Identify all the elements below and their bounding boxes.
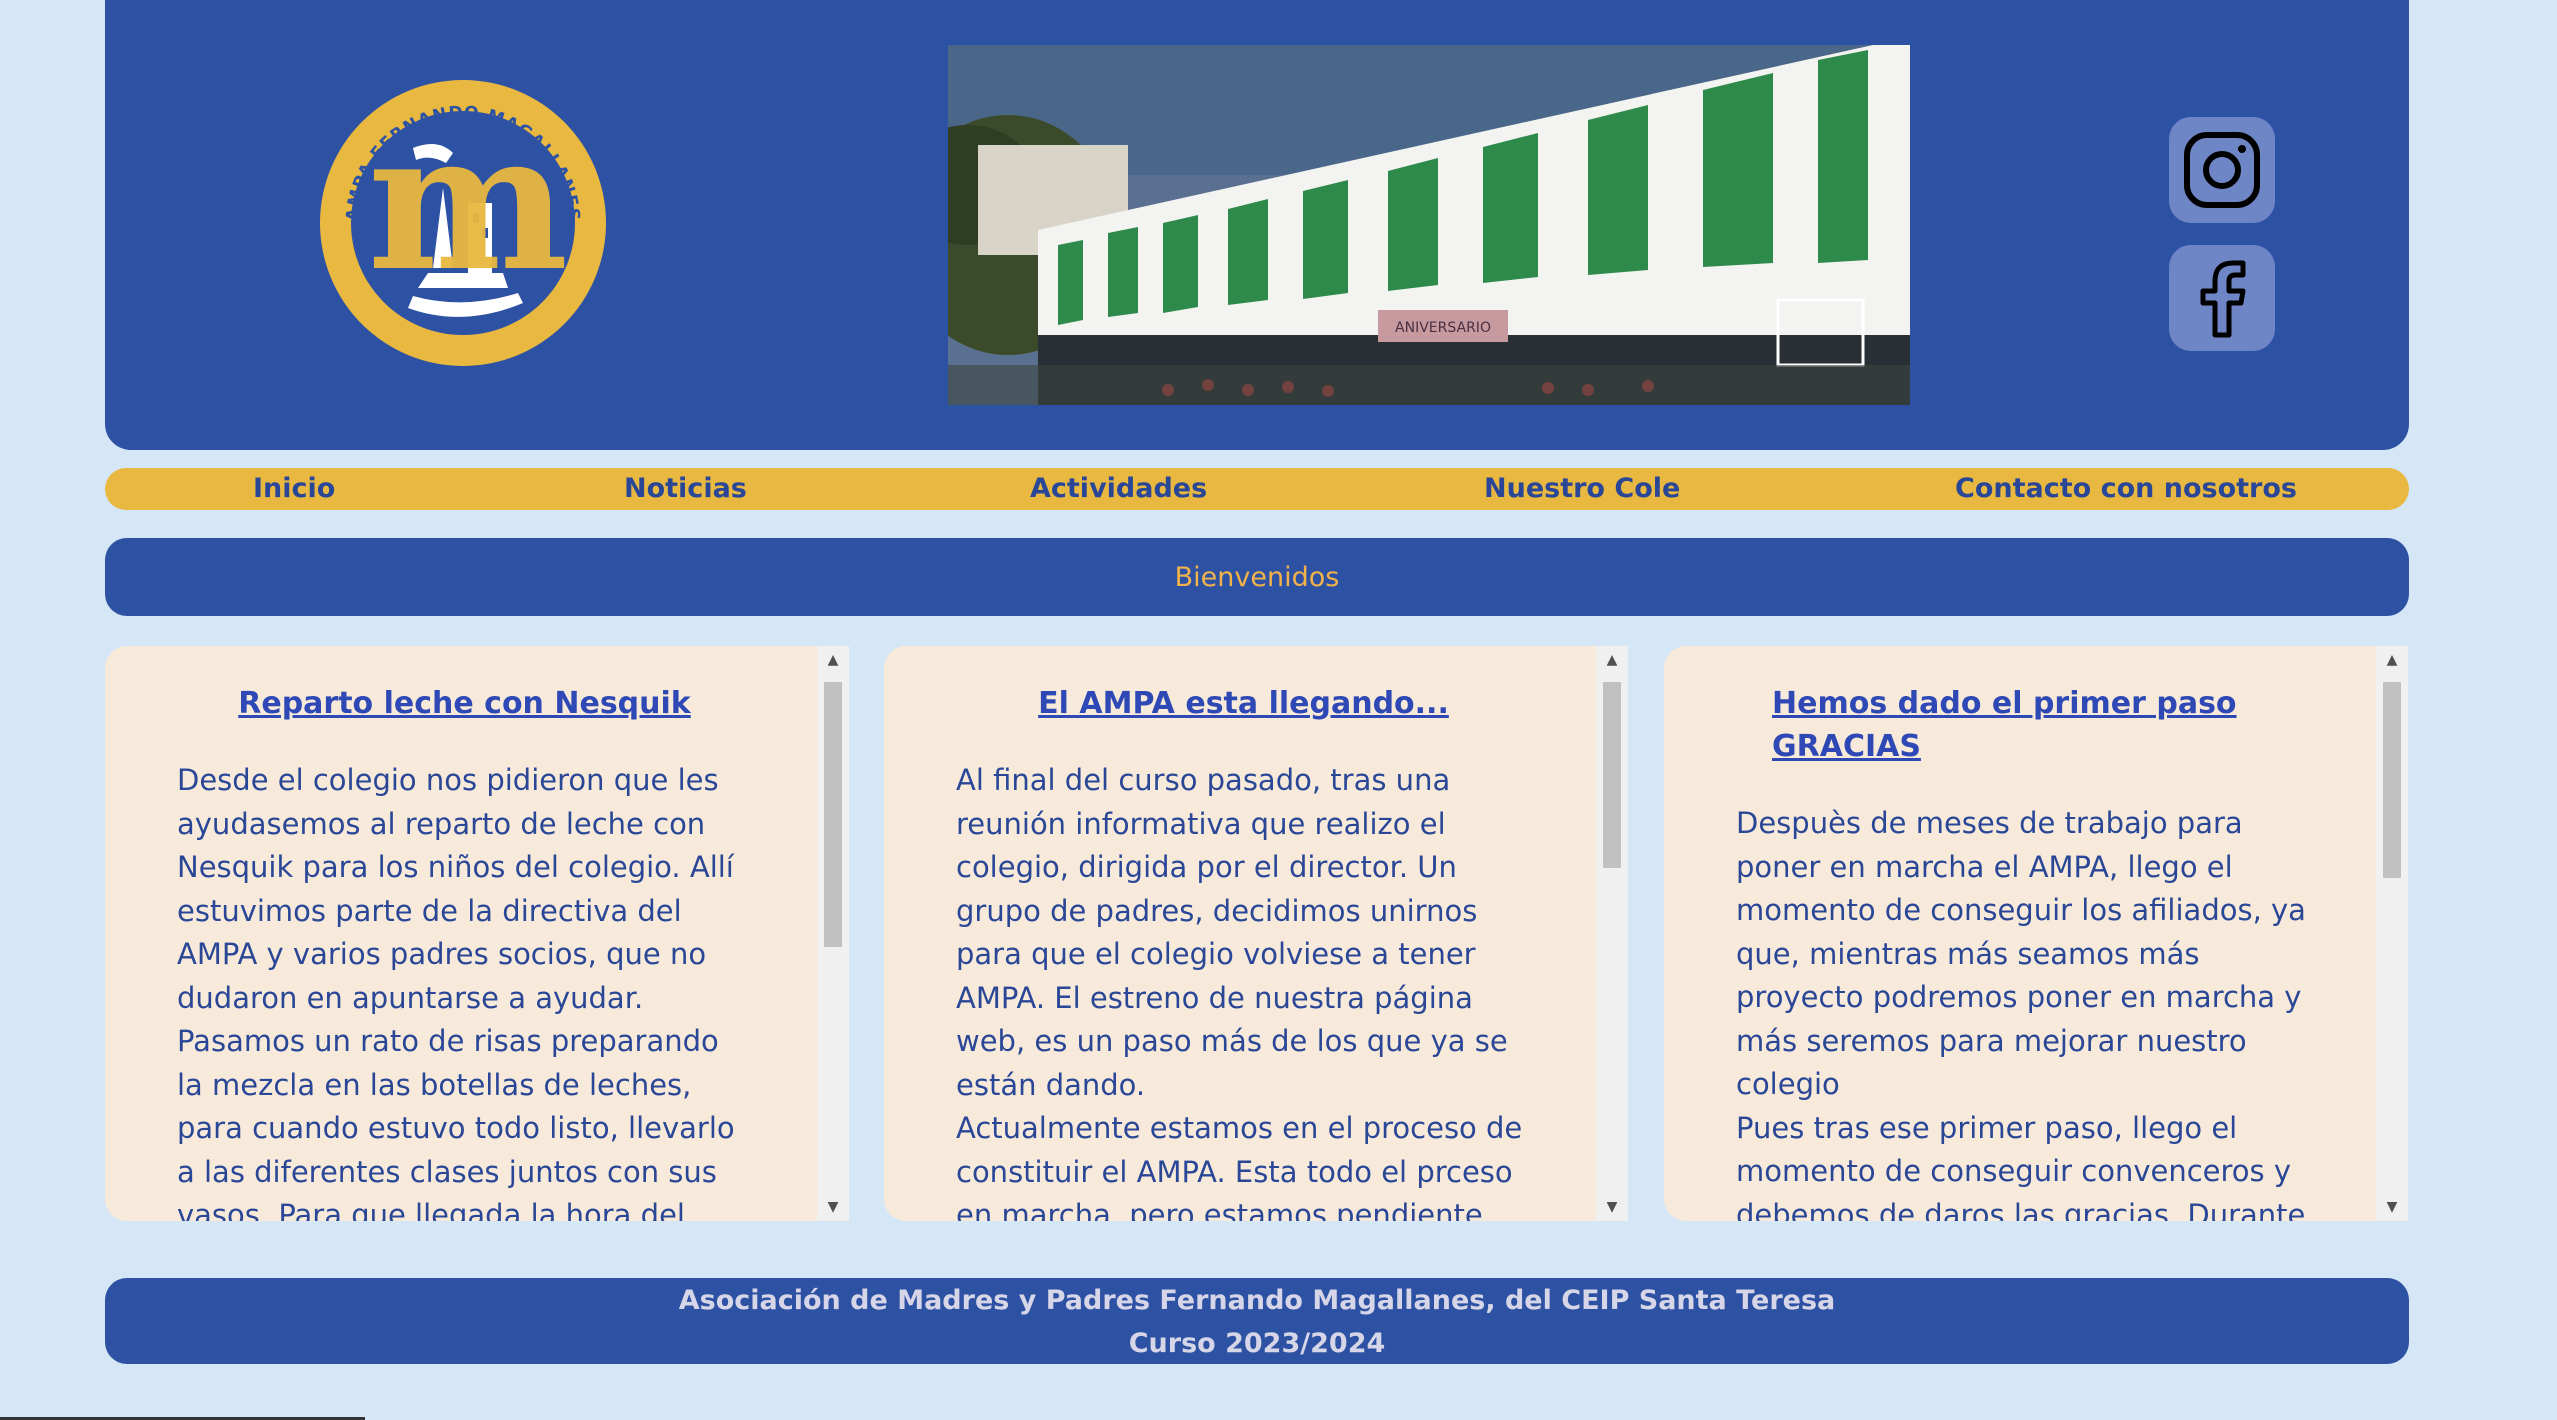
facebook-icon [2200, 260, 2246, 338]
scroll-up-arrow-icon[interactable]: ▲ [1596, 646, 1628, 674]
school-banner-image: ANIVERSARIO [948, 45, 1910, 405]
news-card-body: Despuès de meses de trabajo para poner e… [1736, 802, 2311, 1221]
card-scrollbar[interactable]: ▲ ▼ [817, 646, 849, 1221]
news-paragraph: Al final del curso pasado, tras una reun… [956, 763, 1508, 1102]
ampa-logo[interactable]: AMPA FERNANDO MAGALLANES CEIP SANTA TERE… [318, 78, 608, 368]
news-card-content: Reparto leche con Nesquik Desde el coleg… [177, 682, 752, 1221]
svg-text:ANIVERSARIO: ANIVERSARIO [1395, 320, 1491, 336]
news-paragraph: Despuès de meses de trabajo para poner e… [1736, 806, 2306, 1101]
site-footer: Asociación de Madres y Padres Fernando M… [105, 1278, 2409, 1364]
news-card-title-link[interactable]: Hemos dado el primer paso GRACIAS [1736, 682, 2311, 768]
scrollbar-thumb[interactable] [1603, 682, 1621, 868]
main-nav: Inicio Noticias Actividades Nuestro Cole… [105, 468, 2409, 510]
nav-item-noticias[interactable]: Noticias [624, 468, 747, 510]
news-card-content: El AMPA esta llegando... Al final del cu… [956, 682, 1531, 1221]
card-scrollbar[interactable]: ▲ ▼ [2376, 646, 2408, 1221]
news-card-content: Hemos dado el primer paso GRACIAS Despuè… [1736, 682, 2311, 1221]
site-header: AMPA FERNANDO MAGALLANES CEIP SANTA TERE… [105, 0, 2409, 450]
scroll-down-arrow-icon[interactable]: ▼ [1596, 1193, 1628, 1221]
news-card-body: Al final del curso pasado, tras una reun… [956, 759, 1531, 1221]
news-card-title-link[interactable]: Reparto leche con Nesquik [177, 682, 752, 725]
scroll-down-arrow-icon[interactable]: ▼ [2376, 1193, 2408, 1221]
footer-association-name: Asociación de Madres y Padres Fernando M… [678, 1285, 1836, 1316]
scroll-up-arrow-icon[interactable]: ▲ [2376, 646, 2408, 674]
instagram-icon [2184, 132, 2260, 208]
news-card-title-link[interactable]: El AMPA esta llegando... [956, 682, 1531, 725]
footer-course-year: Curso 2023/2024 [1128, 1328, 1386, 1359]
scrollbar-thumb[interactable] [2383, 682, 2401, 878]
scroll-down-arrow-icon[interactable]: ▼ [817, 1193, 849, 1221]
scrollbar-thumb[interactable] [824, 682, 842, 947]
news-card[interactable]: Hemos dado el primer paso GRACIAS Despuè… [1664, 646, 2408, 1221]
svg-text:m: m [367, 90, 568, 313]
facebook-link[interactable] [2169, 245, 2275, 351]
nav-item-actividades[interactable]: Actividades [1030, 468, 1207, 510]
nav-item-contacto[interactable]: Contacto con nosotros [1955, 468, 2297, 510]
news-card[interactable]: Reparto leche con Nesquik Desde el coleg… [105, 646, 849, 1221]
card-scrollbar[interactable]: ▲ ▼ [1596, 646, 1628, 1221]
nav-item-inicio[interactable]: Inicio [253, 468, 335, 510]
instagram-link[interactable] [2169, 117, 2275, 223]
nav-item-nuestro-cole[interactable]: Nuestro Cole [1484, 468, 1680, 510]
scroll-up-arrow-icon[interactable]: ▲ [817, 646, 849, 674]
news-paragraph: Desde el colegio nos pidieron que les ay… [177, 763, 734, 1015]
news-card[interactable]: El AMPA esta llegando... Al final del cu… [884, 646, 1628, 1221]
news-paragraph: Actualmente estamos en el proceso de con… [956, 1111, 1523, 1221]
news-paragraph: Pasamos un rato de risas preparando la m… [177, 1024, 735, 1221]
welcome-banner: Bienvenidos [105, 538, 2409, 616]
news-card-body: Desde el colegio nos pidieron que les ay… [177, 759, 752, 1221]
news-paragraph: Pues tras ese primer paso, llego el mome… [1736, 1110, 2306, 1222]
